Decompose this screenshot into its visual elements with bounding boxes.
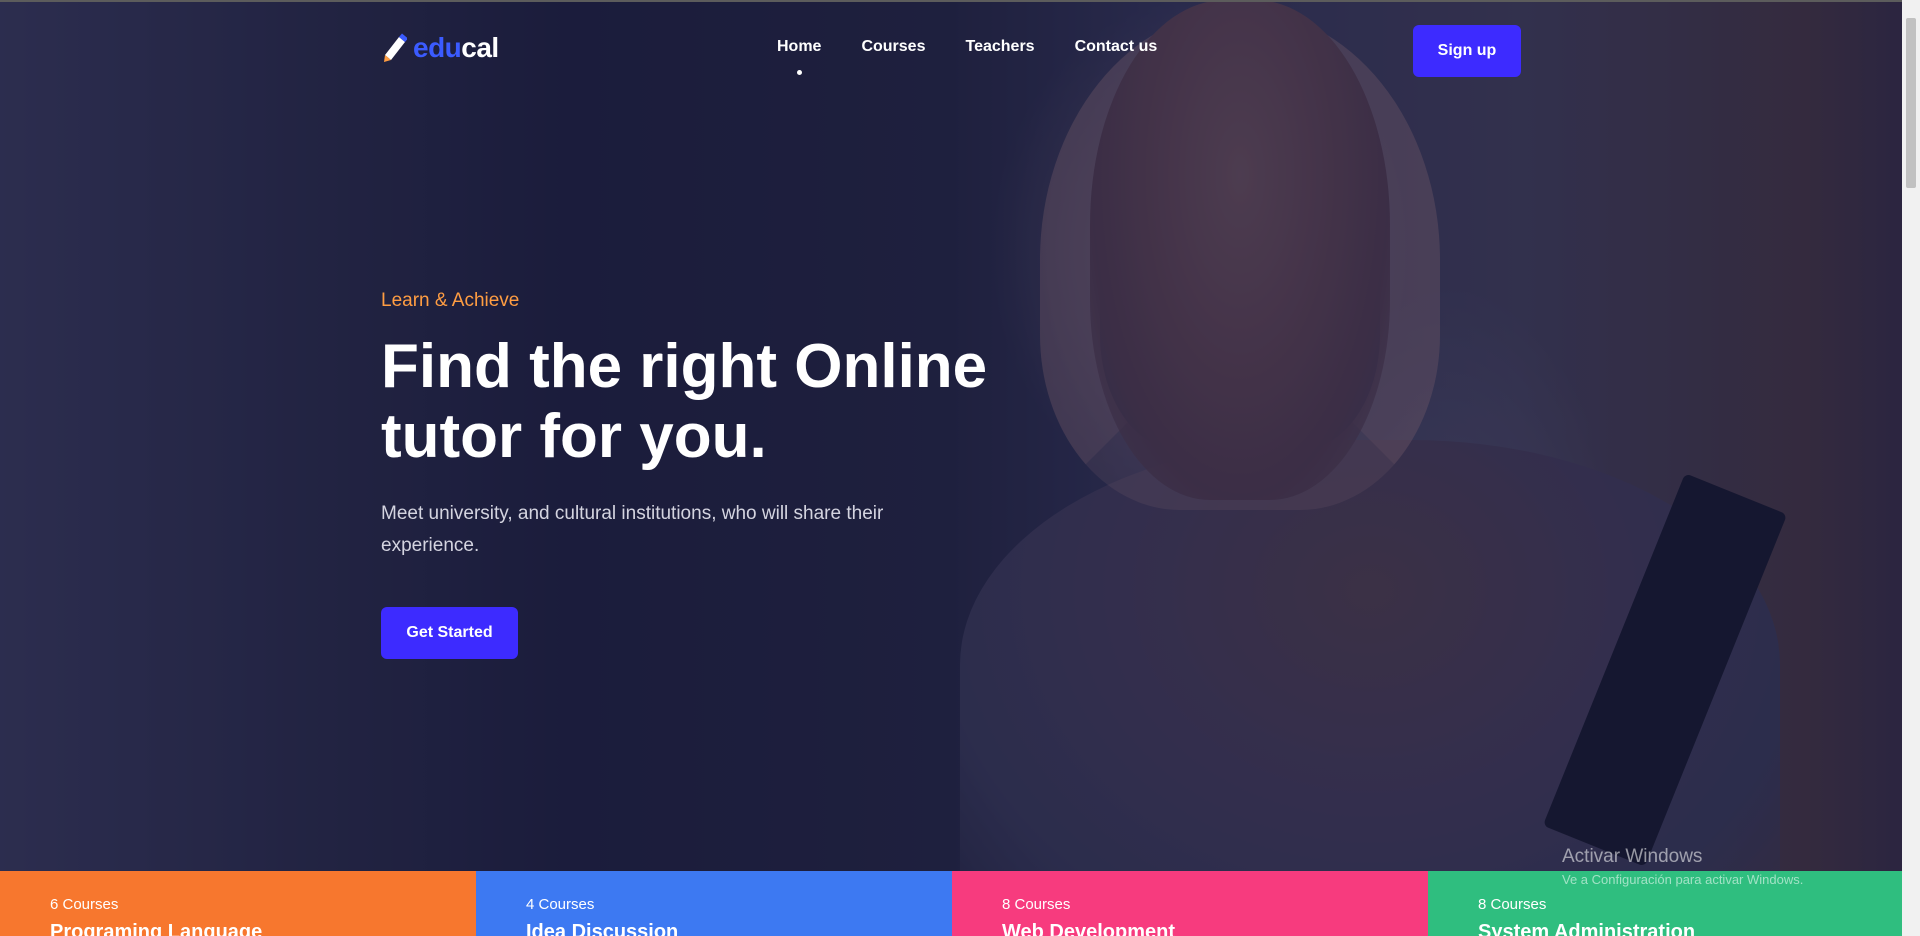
hero-title: Find the right Online tutor for you.: [381, 332, 988, 471]
logo-text-edu: edu: [413, 32, 462, 63]
windows-activation-watermark: Activar Windows Ve a Configuración para …: [1562, 846, 1803, 887]
main-menu: Home Courses Teachers Contact us: [777, 38, 1158, 75]
category-name: Web Development: [1002, 921, 1175, 936]
signup-button[interactable]: Sign up: [1413, 25, 1521, 77]
header: educal Home Courses Teachers Contact us …: [0, 0, 1902, 100]
logo-text: educal: [413, 32, 499, 64]
scrollbar-thumb[interactable]: [1906, 18, 1916, 188]
category-count: 8 Courses: [1002, 896, 1071, 913]
category-count: 6 Courses: [50, 896, 119, 913]
pencil-icon: [381, 33, 408, 63]
hero-eyebrow: Learn & Achieve: [381, 290, 520, 311]
get-started-button[interactable]: Get Started: [381, 607, 518, 659]
menu-item-teachers[interactable]: Teachers: [965, 38, 1034, 56]
page-scrollbar[interactable]: [1902, 0, 1920, 936]
category-name: Programing Language: [50, 921, 263, 936]
category-card-web-development[interactable]: 8 Courses Web Development: [952, 871, 1428, 936]
logo-text-cal: cal: [461, 32, 499, 63]
hero-content: Learn & Achieve Find the right Online tu…: [381, 290, 1021, 659]
menu-item-home[interactable]: Home: [777, 38, 821, 75]
hero-description: Meet university, and cultural institutio…: [381, 503, 884, 556]
menu-item-courses[interactable]: Courses: [861, 38, 925, 56]
category-card-programming[interactable]: 6 Courses Programing Language: [0, 871, 476, 936]
logo[interactable]: educal: [381, 30, 499, 66]
menu-item-contact[interactable]: Contact us: [1075, 38, 1158, 56]
watermark-title: Activar Windows: [1562, 846, 1703, 867]
category-count: 4 Courses: [526, 896, 595, 913]
category-card-idea-discussion[interactable]: 4 Courses Idea Discussion: [476, 871, 952, 936]
category-name: Idea Discussion: [526, 921, 679, 936]
category-name: System Administration: [1478, 921, 1696, 936]
watermark-subtitle: Ve a Configuración para activar Windows.: [1562, 872, 1804, 887]
category-count: 8 Courses: [1478, 896, 1547, 913]
